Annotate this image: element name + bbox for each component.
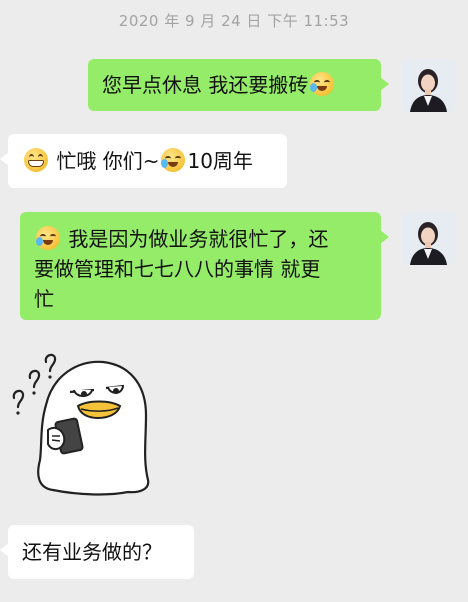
outgoing-message-bubble[interactable]: 我是因为做业务就很忙了，还 要做管理和七七八八的事情 就更 忙 bbox=[20, 212, 389, 320]
grin-emoji-icon bbox=[24, 148, 48, 172]
message-text: 10周年 bbox=[187, 149, 253, 173]
message-text: 您早点休息 我还要搬砖 bbox=[102, 73, 309, 97]
cry-laugh-emoji-icon bbox=[161, 148, 186, 172]
cry-laugh-emoji-icon bbox=[310, 72, 335, 96]
incoming-message-bubble[interactable]: 还有业务做的？ bbox=[0, 525, 194, 579]
my-avatar[interactable] bbox=[402, 59, 455, 112]
my-avatar[interactable] bbox=[402, 212, 455, 265]
message-text-line: 要做管理和七七八八的事情 就更 bbox=[34, 257, 321, 281]
cry-laugh-emoji-icon bbox=[36, 226, 60, 250]
message-text: 还有业务做的？ bbox=[22, 540, 162, 564]
message-text-line: 我是因为做业务就很忙了，还 bbox=[68, 227, 329, 251]
message-timestamp: 2020 年 9 月 24 日 下午 11:53 bbox=[118, 12, 350, 30]
incoming-message-bubble[interactable]: 忙哦 你们~ 10周年 bbox=[0, 134, 287, 188]
message-text-line: 忙 bbox=[34, 287, 54, 311]
message-text: 忙哦 你们~ bbox=[56, 149, 160, 173]
outgoing-message-bubble[interactable]: 您早点休息 我还要搬砖 bbox=[88, 59, 389, 111]
duck-with-phone-confused-sticker[interactable] bbox=[8, 340, 158, 500]
